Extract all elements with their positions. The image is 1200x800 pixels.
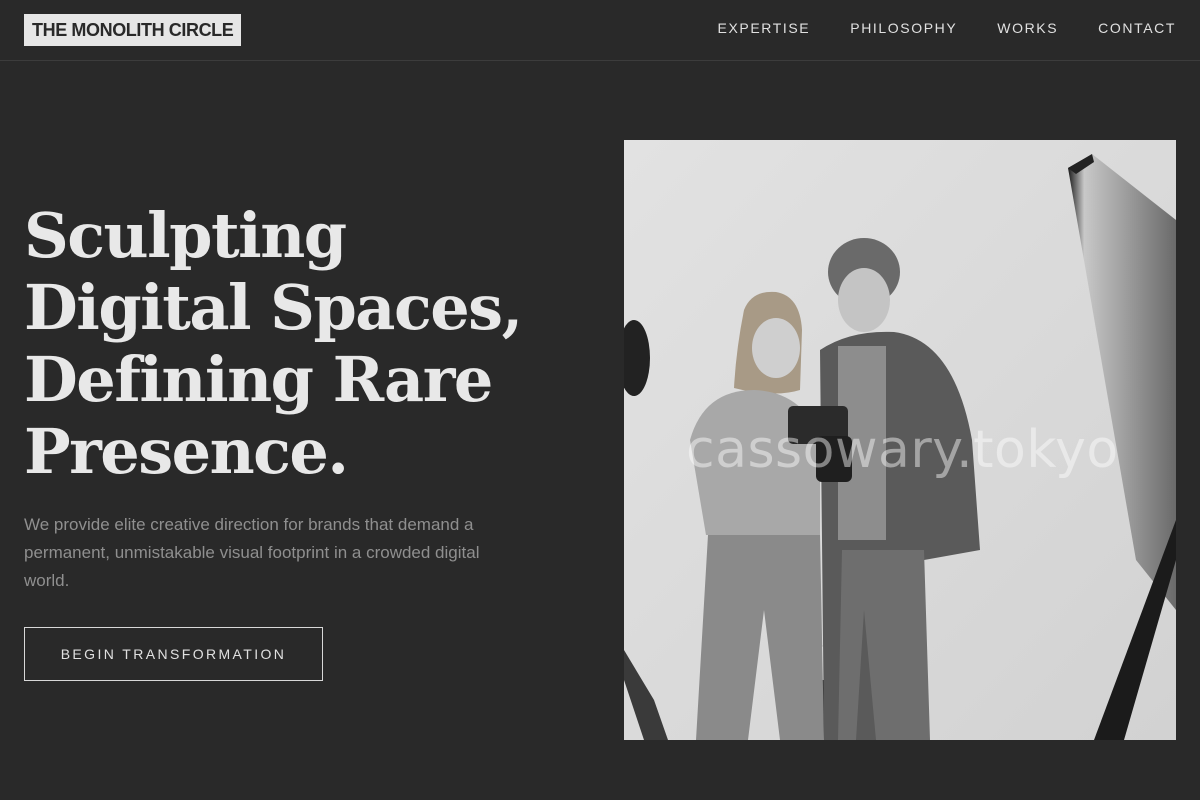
begin-transformation-button[interactable]: BEGIN TRANSFORMATION <box>24 627 323 681</box>
hero-title: Sculpting Digital Spaces, Defining Rare … <box>24 200 584 488</box>
nav-item-works[interactable]: WORKS <box>997 18 1058 38</box>
brand-logo[interactable]: THE MONOLITH CIRCLE <box>24 14 242 46</box>
hero-title-line: Defining Rare <box>24 343 493 416</box>
nav-item-contact[interactable]: CONTACT <box>1098 18 1176 38</box>
hero-title-line: Digital Spaces, <box>24 271 523 344</box>
main-nav: EXPERTISE PHILOSOPHY WORKS CONTACT <box>718 18 1176 38</box>
hero-photo: cassowary.tokyo <box>624 140 1176 740</box>
site-header: THE MONOLITH CIRCLE EXPERTISE PHILOSOPHY… <box>0 0 1200 61</box>
hero-title-line: Presence. <box>24 415 349 488</box>
nav-item-expertise[interactable]: EXPERTISE <box>718 18 811 38</box>
hero-subtitle: We provide elite creative direction for … <box>24 515 480 590</box>
photo-watermark: cassowary.tokyo <box>686 420 1119 480</box>
nav-item-philosophy[interactable]: PHILOSOPHY <box>850 18 957 38</box>
hero-title-line: Sculpting <box>24 199 347 272</box>
